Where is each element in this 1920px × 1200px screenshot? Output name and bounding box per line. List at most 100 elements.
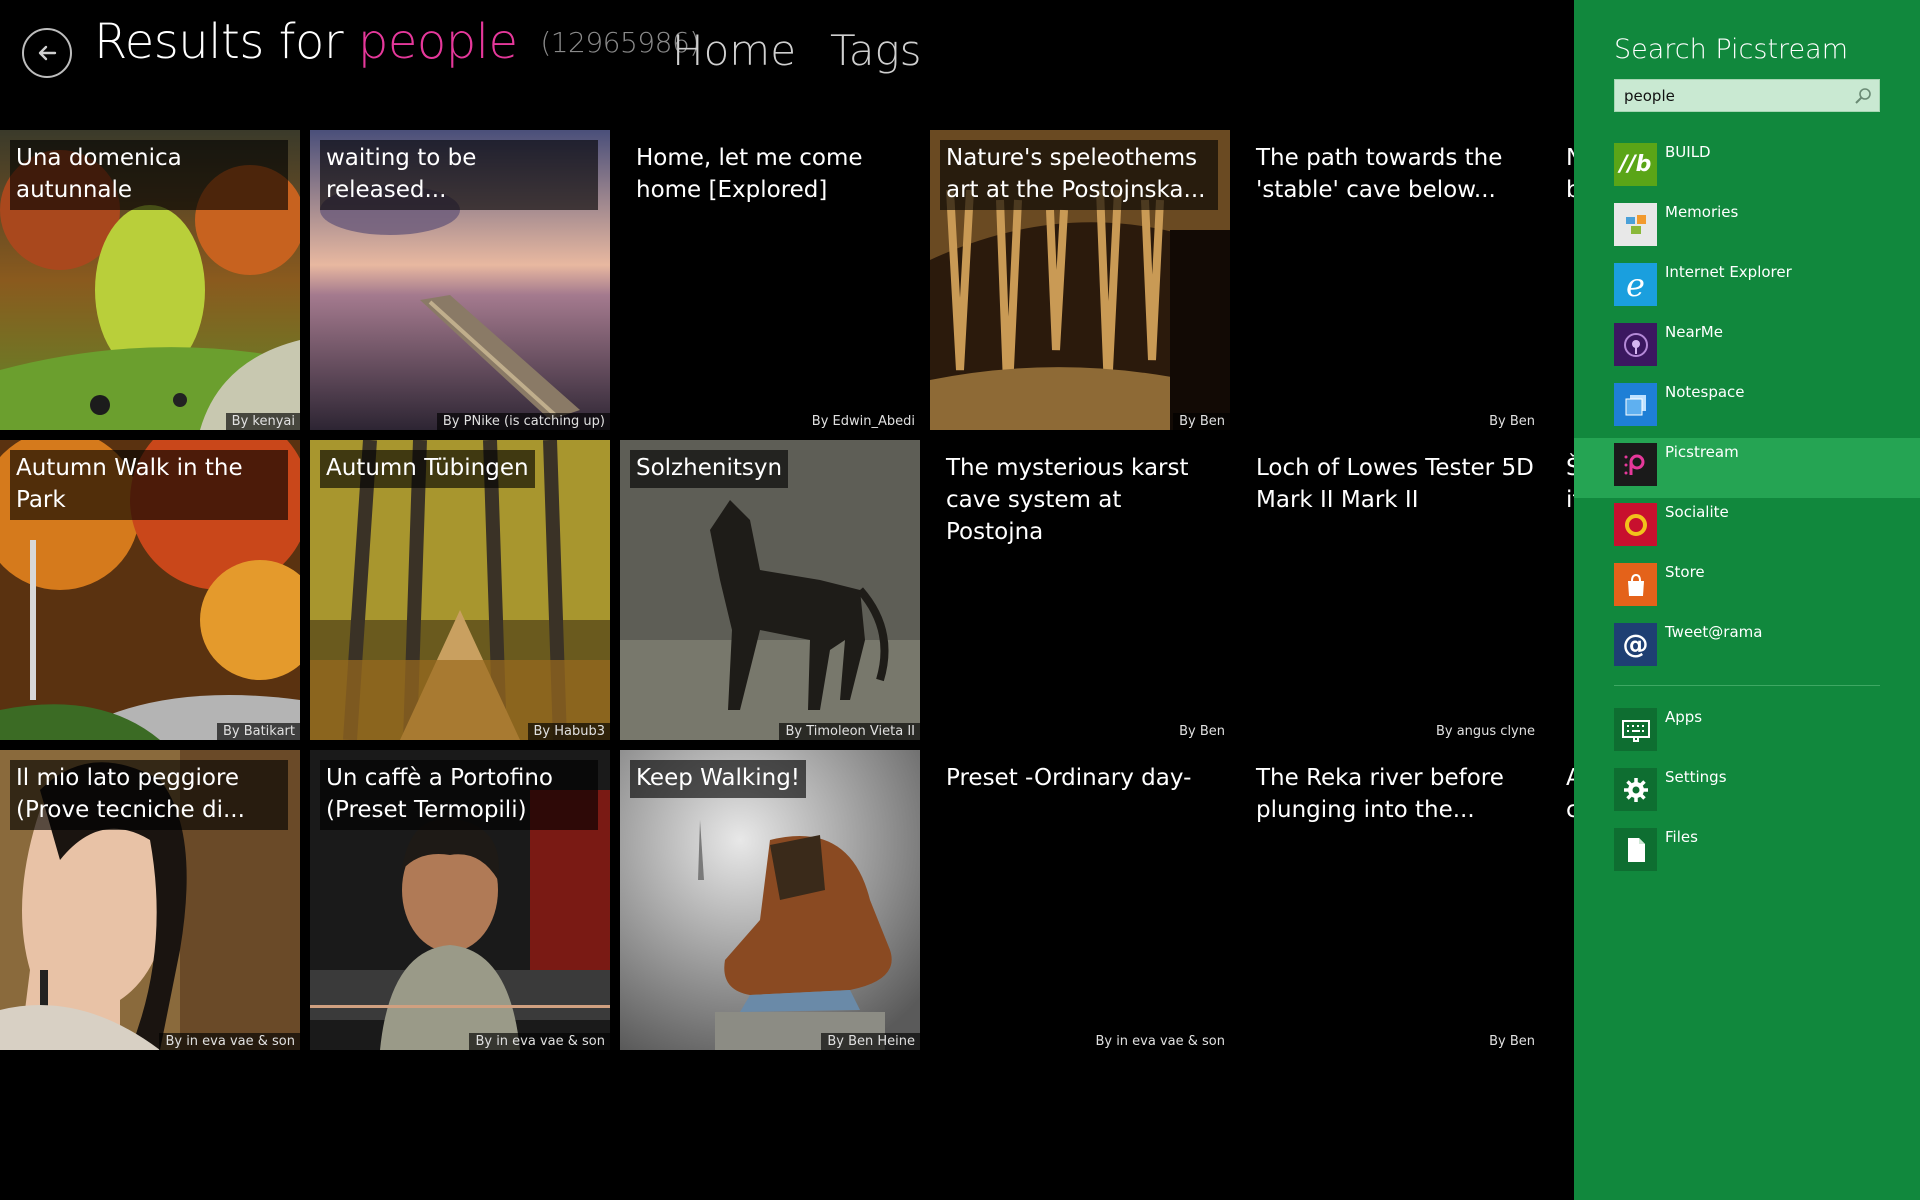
tile-title: The mysterious karst cave system at Post… [946,455,1189,545]
photo-tile[interactable]: Autumn Walk in the Park By Batikart [0,440,300,740]
internet-explorer-icon: e [1614,263,1657,306]
tile-title-clipped: Š it [1566,455,1574,513]
gear-icon [1614,768,1657,811]
photo-tile-clipped[interactable]: N b [1550,130,1574,430]
store-icon [1614,563,1657,606]
back-arrow-icon [38,45,57,61]
tile-author: By angus clyne [1429,723,1540,740]
tile-author: By kenyai [225,413,300,430]
picstream-icon [1614,443,1657,486]
search-icon[interactable] [1853,86,1873,106]
app-label: Store [1665,563,1705,581]
back-button[interactable] [22,28,72,78]
tile-title-clipped: A c [1566,765,1574,823]
app-item-build[interactable]: //b BUILD [1574,138,1920,198]
tile-title: Preset -Ordinary day- [946,765,1192,791]
photo-tile[interactable]: Una domenica autunnale By kenyai [0,130,300,430]
app-label: Settings [1665,768,1727,786]
app-item-socialite[interactable]: Socialite [1574,498,1920,558]
app-item-nearme[interactable]: NearMe [1574,318,1920,378]
app-label: Socialite [1665,503,1729,521]
app-label: Memories [1665,203,1739,221]
tile-title: Solzhenitsyn [630,450,789,488]
app-item-notespace[interactable]: Notespace [1574,378,1920,438]
scope-item-files[interactable]: Files [1574,823,1920,883]
picstream-search-results: Results for people (12965986) Home Tags … [0,0,1920,1200]
app-label: Tweet@rama [1665,623,1763,641]
pane-divider [1614,685,1880,686]
tile-author: By PNike (is catching up) [436,413,610,430]
notespace-icon [1614,383,1657,426]
tile-author: By Ben [1173,413,1230,430]
socialite-icon [1614,503,1657,546]
tile-title: The path towards the 'stable' cave below… [1256,145,1503,203]
app-item-memories[interactable]: Memories [1574,198,1920,258]
tile-author: By Ben [1173,723,1230,740]
tile-title: Keep Walking! [630,760,807,798]
app-label: Files [1665,828,1698,846]
app-item-store[interactable]: Store [1574,558,1920,618]
nearme-icon [1614,323,1657,366]
app-item-internet-explorer[interactable]: e Internet Explorer [1574,258,1920,318]
tile-title: Nature's speleothems art at the Postojns… [940,140,1218,210]
photo-tile[interactable]: Autumn Tübingen By Habub3 [310,440,610,740]
photo-tile[interactable]: The path towards the 'stable' cave below… [1240,130,1540,430]
tile-title: Il mio lato peggiore (Prove tecniche di.… [10,760,288,830]
tile-author: By Timoleon Vieta II [779,723,920,740]
tile-author: By Edwin_Abedi [805,413,920,430]
page-title: Results for people (12965986) [94,14,700,70]
search-input[interactable] [1615,80,1845,111]
photo-tile[interactable]: Loch of Lowes Tester 5D Mark II Mark II … [1240,440,1540,740]
photo-tile[interactable]: The Reka river before plunging into the.… [1240,750,1540,1050]
tile-title: Home, let me come home [Explored] [636,145,863,203]
photo-tile[interactable]: Keep Walking! By Ben Heine [620,750,920,1050]
keyboard-icon [1614,708,1657,751]
tile-title: The Reka river before plunging into the.… [1256,765,1504,823]
tile-author: By Batikart [216,723,300,740]
tile-title-clipped: N b [1566,145,1574,203]
tile-author: By in eva vae & son [159,1033,300,1050]
title-prefix: Results for [94,14,344,70]
search-scope-list: Apps Settings Files [1574,703,1920,883]
app-label: Apps [1665,708,1703,726]
photo-tile[interactable]: Preset -Ordinary day- By in eva vae & so… [930,750,1230,1050]
file-icon [1614,828,1657,871]
tile-title: Un caffè a Portofino (Preset Termopili) [320,760,598,830]
tweetrama-icon: @ [1614,623,1657,666]
scope-item-apps[interactable]: Apps [1574,703,1920,763]
tile-author: By in eva vae & son [1089,1033,1230,1050]
tile-author: By Ben [1483,1033,1540,1050]
photo-tile[interactable]: waiting to be released... By PNike (is c… [310,130,610,430]
photo-tile[interactable]: Nature's speleothems art at the Postojns… [930,130,1230,430]
scope-item-settings[interactable]: Settings [1574,763,1920,823]
app-label: Notespace [1665,383,1745,401]
tile-author: By Ben [1483,413,1540,430]
nav-home[interactable]: Home [672,26,796,75]
search-query: people [357,14,518,70]
results-grid: Una domenica autunnale By kenyai waiting… [0,130,1574,1050]
photo-tile-clipped[interactable]: A c [1550,750,1574,1050]
tile-title: Autumn Walk in the Park [10,450,288,520]
photo-tile[interactable]: The mysterious karst cave system at Post… [930,440,1230,740]
tile-title: waiting to be released... [320,140,598,210]
app-item-picstream[interactable]: Picstream [1574,438,1920,498]
search-box[interactable] [1614,79,1880,112]
app-label: Picstream [1665,443,1739,461]
app-label: Internet Explorer [1665,263,1792,281]
tile-author: By Habub3 [527,723,610,740]
photo-tile[interactable]: Solzhenitsyn By Timoleon Vieta II [620,440,920,740]
app-label: BUILD [1665,143,1711,161]
tile-author: By in eva vae & son [469,1033,610,1050]
photo-tile[interactable]: Home, let me come home [Explored] By Edw… [620,130,920,430]
nav-tags[interactable]: Tags [830,26,922,75]
app-item-tweetrama[interactable]: @ Tweet@rama [1574,618,1920,678]
photo-tile[interactable]: Il mio lato peggiore (Prove tecniche di.… [0,750,300,1050]
build-icon: //b [1614,143,1657,186]
tile-author: By Ben Heine [821,1033,920,1050]
search-charm-pane: Search Picstream //b BUILD Memories [1574,0,1920,1200]
memories-icon [1614,203,1657,246]
photo-tile-clipped[interactable]: Š it [1550,440,1574,740]
photo-tile[interactable]: Un caffè a Portofino (Preset Termopili) … [310,750,610,1050]
search-pane-heading: Search Picstream [1614,34,1848,65]
tile-title: Loch of Lowes Tester 5D Mark II Mark II [1256,455,1534,513]
